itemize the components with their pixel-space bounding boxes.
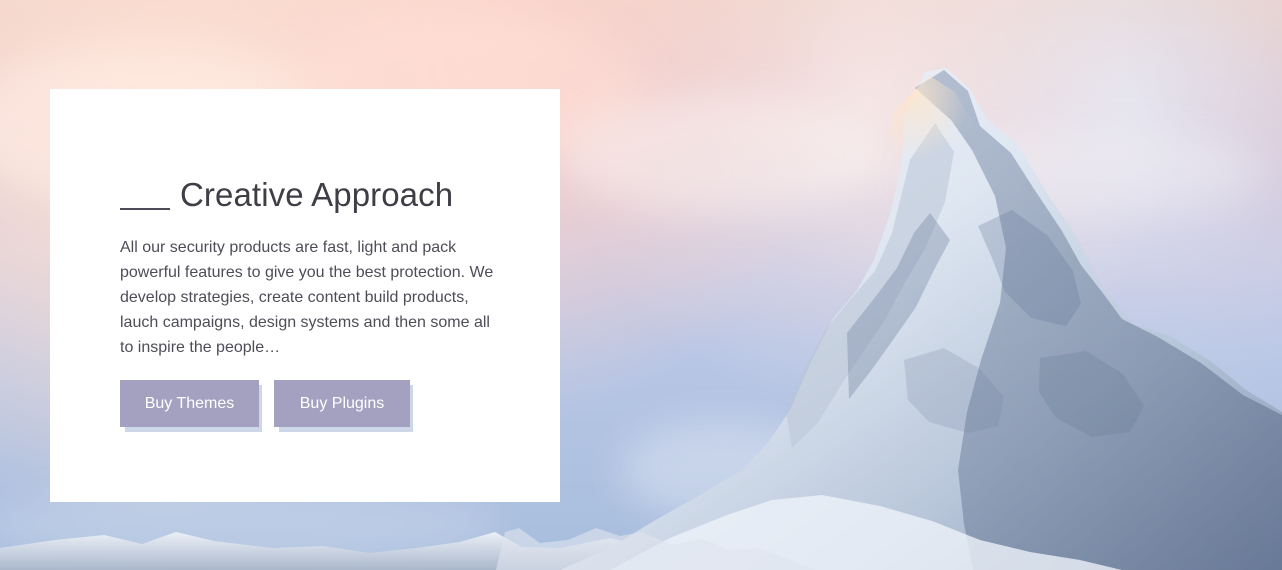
feature-card-content: Creative Approach All our security produ… (120, 167, 500, 432)
action-buttons: Buy Themes Buy Plugins (120, 380, 500, 432)
buy-plugins-button[interactable]: Buy Plugins (274, 380, 410, 427)
page-title: Creative Approach (180, 176, 454, 213)
buy-themes-button[interactable]: Buy Themes (120, 380, 259, 427)
feature-card: Creative Approach All our security produ… (50, 89, 560, 502)
title-row: Creative Approach (120, 167, 500, 211)
description-text: All our security products are fast, ligh… (120, 239, 494, 356)
hero-banner: Creative Approach All our security produ… (0, 0, 1282, 570)
title-accent-line (120, 208, 170, 210)
buy-plugins-button-wrap: Buy Plugins (274, 380, 413, 432)
buy-themes-button-wrap: Buy Themes (120, 380, 262, 432)
